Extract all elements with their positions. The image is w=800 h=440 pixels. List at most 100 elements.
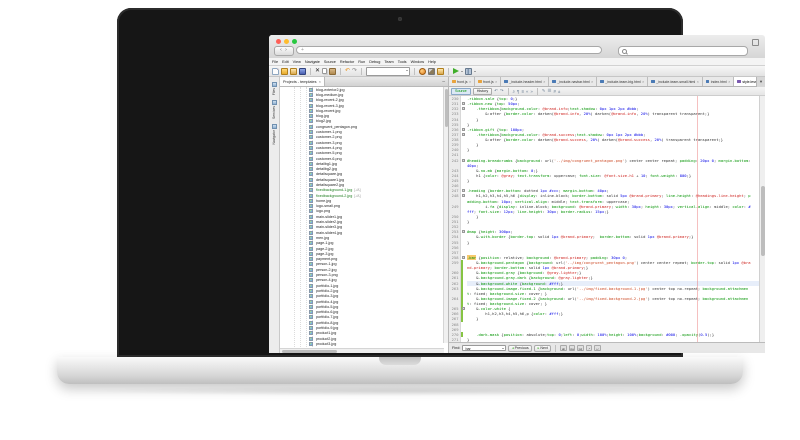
editor-tab-front-js[interactable]: front.js× xyxy=(449,77,475,86)
new-project-icon[interactable] xyxy=(281,68,288,75)
tree-vertical-scrollbar[interactable] xyxy=(443,87,448,343)
save-all-icon[interactable] xyxy=(299,68,306,75)
memory-grid-icon[interactable] xyxy=(465,68,472,75)
cut-icon[interactable]: ✕ xyxy=(315,68,320,75)
paste-icon[interactable] xyxy=(329,68,336,75)
code-fold-icon[interactable]: − xyxy=(462,256,465,259)
back-forward-buttons[interactable]: ‹ › xyxy=(274,46,294,56)
undo-icon[interactable]: ↶ xyxy=(345,68,350,75)
code-fold-icon[interactable]: − xyxy=(462,133,465,136)
url-field[interactable]: + xyxy=(296,46,602,54)
run-project-icon[interactable] xyxy=(453,68,459,74)
tree-horizontal-scrollbar[interactable] xyxy=(280,348,444,353)
editor-tool-icon-0[interactable]: ↶ xyxy=(494,88,498,94)
rail-tab-navigator[interactable]: Navigator xyxy=(269,124,279,145)
code-fold-icon[interactable]: − xyxy=(462,230,465,233)
editor-tab--include-team-small-html[interactable]: _include-team-small.html× xyxy=(648,77,703,86)
editor-tab-front-js[interactable]: front.js× xyxy=(475,77,501,86)
menu-item-file[interactable]: File xyxy=(272,60,278,64)
editor-tab--include-team-big-html[interactable]: _include-team-big.html× xyxy=(597,77,648,86)
view-button-source[interactable]: Source xyxy=(451,88,471,95)
minimize-panel-icon[interactable]: – xyxy=(442,79,445,85)
editor-tool-icon-7[interactable]: » xyxy=(530,89,532,94)
editor-tool-icon-4[interactable]: ¶ xyxy=(517,89,519,94)
tab-close-icon[interactable]: × xyxy=(642,80,644,84)
regex-icon[interactable]: .* xyxy=(586,345,593,352)
menu-item-navigate[interactable]: Navigate xyxy=(305,60,320,64)
tree-item-name: portfolio-6.jpg xyxy=(316,310,338,314)
editor-vertical-scrollbar[interactable] xyxy=(759,96,765,342)
build-project-icon[interactable] xyxy=(428,68,435,75)
find-next-button[interactable]: ▸ Next xyxy=(534,345,551,352)
code-fold-icon[interactable]: − xyxy=(462,307,465,310)
redo-icon[interactable]: ↷ xyxy=(352,68,357,75)
editor-tool-icon-1[interactable]: ↷ xyxy=(500,88,504,94)
image-file-icon xyxy=(309,172,313,176)
find-input[interactable]: bar xyxy=(462,345,506,352)
copy-icon[interactable] xyxy=(322,68,327,74)
editor-tool-icon-3[interactable]: ⌕ xyxy=(513,89,515,94)
editor-tool-icon-12[interactable]: ± xyxy=(558,89,560,94)
search-input[interactable] xyxy=(618,46,748,56)
code-area[interactable]: 230.ribbon.sale {top: 0;}231−.ribbon.new… xyxy=(449,96,759,342)
editor-tool-icon-11[interactable]: # xyxy=(553,89,555,94)
code-fold-icon[interactable]: − xyxy=(462,102,465,105)
rail-tab-files[interactable]: Files xyxy=(269,82,279,95)
minimize-window-button[interactable] xyxy=(284,39,289,44)
settings-gear-icon[interactable] xyxy=(419,68,426,75)
tree-item-name: main-slider2.jpg xyxy=(316,220,342,224)
tab-close-icon[interactable]: × xyxy=(728,80,730,84)
editor-tab-label: _include-navbar.html xyxy=(557,80,589,84)
new-file-icon[interactable] xyxy=(272,68,279,75)
clean-build-icon[interactable] xyxy=(437,68,444,75)
find-previous-button[interactable]: ◂ Previous xyxy=(508,345,532,352)
editor-tool-icon-10[interactable]: ☰ xyxy=(548,88,552,94)
menu-item-run[interactable]: Run xyxy=(358,60,365,64)
menu-item-edit[interactable]: Edit xyxy=(282,60,289,64)
view-button-history[interactable]: History xyxy=(473,88,492,95)
menu-item-tools[interactable]: Tools xyxy=(398,60,407,64)
editor-tab--include-header-html[interactable]: _include-header.html× xyxy=(501,77,549,86)
tab-close-icon[interactable]: × xyxy=(697,80,699,84)
code-fold-icon[interactable]: − xyxy=(462,189,465,192)
tab-close-icon[interactable]: × xyxy=(469,80,471,84)
code-fold-icon[interactable]: − xyxy=(462,159,465,162)
menu-item-window[interactable]: Window xyxy=(411,60,425,64)
menu-item-refactor[interactable]: Refactor xyxy=(340,60,354,64)
code-fold-icon[interactable]: − xyxy=(462,107,465,110)
editor-tool-icon-6[interactable]: « xyxy=(526,89,528,94)
image-file-icon xyxy=(309,146,313,150)
code-fold-icon[interactable]: − xyxy=(462,194,465,197)
highlight-results-icon[interactable]: ab xyxy=(560,345,567,352)
projects-tab[interactable]: Projects - templates × xyxy=(280,77,325,86)
line-number: 249 xyxy=(449,204,461,214)
tab-close-icon[interactable]: × xyxy=(495,80,497,84)
chevron-down-icon[interactable] xyxy=(474,71,476,73)
rail-tab-services[interactable]: Services xyxy=(269,100,279,119)
wrap-search-icon[interactable]: ↩ xyxy=(594,345,601,352)
close-window-button[interactable] xyxy=(276,39,281,44)
match-case-icon[interactable]: Aa xyxy=(569,345,576,352)
fullscreen-icon[interactable] xyxy=(752,39,759,46)
code-fold-icon[interactable]: − xyxy=(462,128,465,131)
configuration-combobox[interactable] xyxy=(366,67,410,76)
tab-close-icon[interactable]: × xyxy=(591,80,593,84)
image-file-icon xyxy=(309,130,313,134)
close-icon[interactable]: × xyxy=(319,79,321,84)
chevron-down-icon[interactable] xyxy=(461,71,463,73)
open-project-icon[interactable] xyxy=(290,68,297,75)
editor-tool-icon-5[interactable]: ≡ xyxy=(521,89,524,94)
editor-tab--include-navbar-html[interactable]: _include-navbar.html× xyxy=(549,77,597,86)
menu-item-source[interactable]: Source xyxy=(324,60,336,64)
tree-item[interactable]: product3.jpg xyxy=(280,341,444,346)
editor-tab-index-html[interactable]: index.html× xyxy=(703,77,735,86)
tab-close-icon[interactable]: × xyxy=(543,80,545,84)
menu-item-team[interactable]: Team xyxy=(384,60,393,64)
zoom-window-button[interactable] xyxy=(292,39,297,44)
tab-list-chevron-down-icon[interactable]: ▾ xyxy=(756,77,765,87)
menu-item-debug[interactable]: Debug xyxy=(369,60,380,64)
whole-words-icon[interactable]: |w| xyxy=(577,345,584,352)
menu-item-help[interactable]: Help xyxy=(428,60,436,64)
editor-tool-icon-9[interactable]: ✎ xyxy=(542,88,546,94)
menu-item-view[interactable]: View xyxy=(293,60,301,64)
